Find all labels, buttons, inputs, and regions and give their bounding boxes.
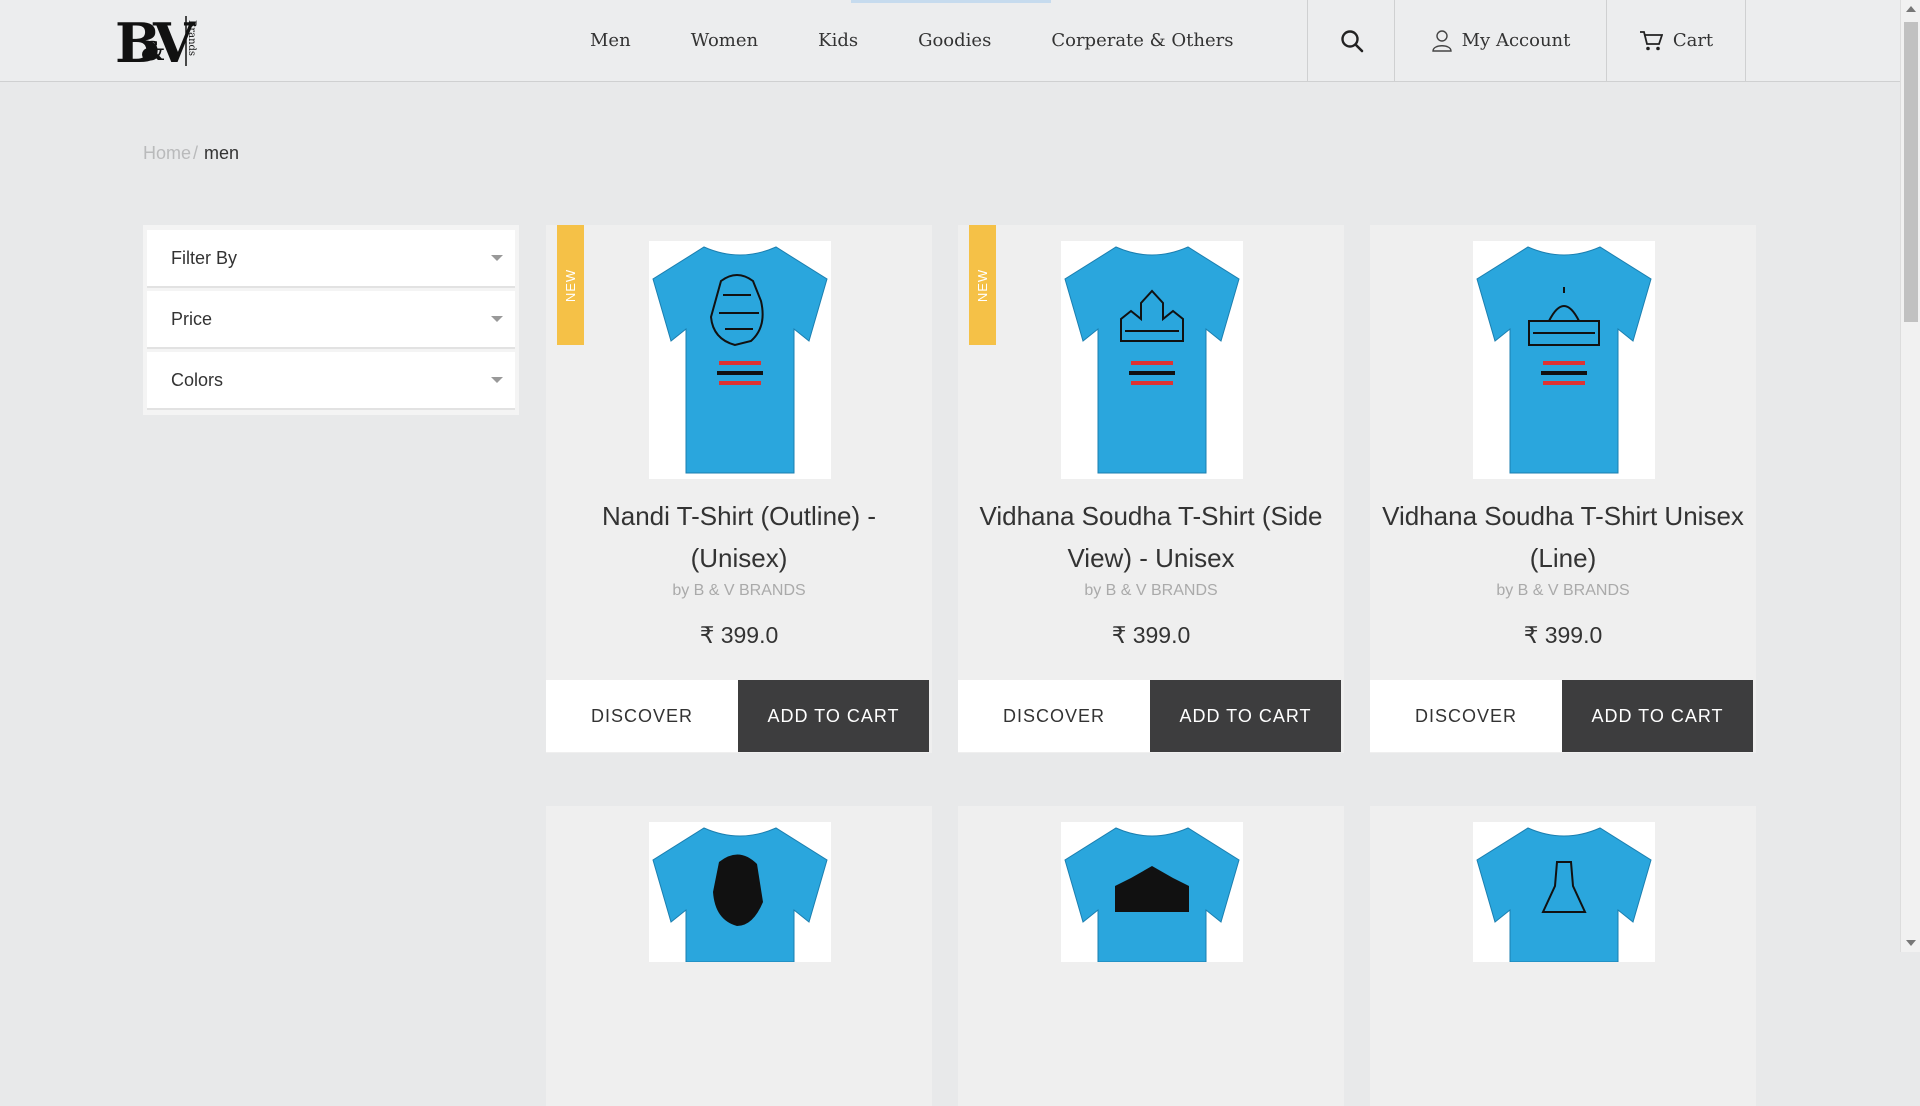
price-filter-dropdown[interactable]: Price <box>147 291 515 349</box>
nav-kids[interactable]: Kids <box>818 30 858 51</box>
svg-text:Brands: Brands <box>186 20 197 56</box>
nav-women[interactable]: Women <box>691 30 758 51</box>
nav-goodies[interactable]: Goodies <box>918 30 991 51</box>
my-account-button[interactable]: My Account <box>1394 0 1607 81</box>
product-card: NEW Vidhana Soudha T-Shirt (Side View) -… <box>958 225 1344 753</box>
cart-button[interactable]: Cart <box>1606 0 1746 81</box>
colors-filter-label: Colors <box>171 370 224 390</box>
nav-men[interactable]: Men <box>590 30 631 51</box>
product-image[interactable] <box>1473 822 1655 962</box>
product-card <box>1370 806 1756 1106</box>
nav-corporate-others[interactable]: Corperate & Others <box>1051 30 1233 51</box>
product-title[interactable]: Nandi T-Shirt (Outline) - (Unisex) <box>546 495 932 579</box>
product-price: ₹ 399.0 <box>699 622 779 648</box>
brand-logo[interactable]: B & V Brands <box>115 14 197 68</box>
product-brand: by B & V BRANDS <box>1496 582 1630 599</box>
product-card: Vidhana Soudha T-Shirt Unisex (Line) by … <box>1370 225 1756 753</box>
product-price: ₹ 399.0 <box>1111 622 1191 648</box>
breadcrumb-current: men <box>204 143 240 163</box>
tshirt-image <box>1064 246 1240 474</box>
new-badge: NEW <box>557 225 584 345</box>
product-title-line1: Vidhana Soudha T-Shirt (Side <box>979 501 1323 531</box>
tshirt-image <box>1064 827 1240 962</box>
filter-by-label: Filter By <box>171 248 238 268</box>
product-title-line2: View) - Unisex <box>1067 543 1235 573</box>
scroll-up-icon[interactable] <box>1906 6 1916 12</box>
product-card: NEW Nandi T-Shirt (Outline) - (Unisex) b… <box>546 225 932 753</box>
scroll-down-icon[interactable] <box>1906 940 1916 946</box>
caret-down-icon <box>491 316 503 322</box>
caret-down-icon <box>491 255 503 261</box>
filter-by-dropdown[interactable]: Filter By <box>147 230 515 288</box>
search-button[interactable] <box>1307 0 1395 81</box>
product-title[interactable]: Vidhana Soudha T-Shirt (Side View) - Uni… <box>958 495 1344 579</box>
product-title-line2: (Unisex) <box>690 543 788 573</box>
product-image[interactable] <box>1473 241 1655 479</box>
product-image[interactable] <box>649 822 831 962</box>
discover-button[interactable]: DISCOVER <box>546 680 738 752</box>
product-image[interactable] <box>1061 241 1243 479</box>
colors-filter-dropdown[interactable]: Colors <box>147 352 515 410</box>
product-title-line2: (Line) <box>1529 543 1597 573</box>
page-scrollbar[interactable] <box>1900 0 1920 952</box>
product-title[interactable]: Vidhana Soudha T-Shirt Unisex (Line) <box>1370 495 1756 579</box>
tshirt-image <box>652 246 828 474</box>
breadcrumb-home[interactable]: Home <box>143 143 191 163</box>
cart-icon <box>1639 30 1663 50</box>
cart-label: Cart <box>1672 30 1714 51</box>
tshirt-image <box>1476 246 1652 474</box>
new-badge-label: NEW <box>563 268 578 302</box>
add-to-cart-button[interactable]: ADD TO CART <box>1150 680 1341 752</box>
product-title-line1: Nandi T-Shirt (Outline) - <box>601 501 877 531</box>
new-badge-label: NEW <box>975 268 990 302</box>
discover-button[interactable]: DISCOVER <box>958 680 1150 752</box>
discover-button[interactable]: DISCOVER <box>1370 680 1562 752</box>
caret-down-icon <box>491 377 503 383</box>
user-icon <box>1431 29 1452 52</box>
filter-sidebar: Filter By Price Colors <box>143 225 519 415</box>
product-card <box>546 806 932 1106</box>
new-badge: NEW <box>969 225 996 345</box>
scrollbar-thumb[interactable] <box>1904 22 1918 322</box>
product-image[interactable] <box>649 241 831 479</box>
search-icon <box>1340 29 1363 52</box>
tshirt-image <box>652 827 828 962</box>
add-to-cart-button[interactable]: ADD TO CART <box>1562 680 1753 752</box>
breadcrumb-separator: / <box>193 143 199 163</box>
my-account-label: My Account <box>1461 30 1571 51</box>
product-brand: by B & V BRANDS <box>1084 582 1218 599</box>
price-filter-label: Price <box>171 309 213 329</box>
product-image[interactable] <box>1061 822 1243 962</box>
breadcrumb: Home / men <box>143 143 239 164</box>
product-card <box>958 806 1344 1106</box>
product-price: ₹ 399.0 <box>1523 622 1603 648</box>
site-header: B & V Brands Men Women Kids Goodies Corp… <box>0 0 1900 82</box>
product-title-line1: Vidhana Soudha T-Shirt Unisex <box>1382 501 1744 531</box>
main-nav: Men Women Kids Goodies Corperate & Other… <box>590 0 1293 81</box>
add-to-cart-button[interactable]: ADD TO CART <box>738 680 929 752</box>
product-brand: by B & V BRANDS <box>672 582 806 599</box>
tshirt-image <box>1476 827 1652 962</box>
